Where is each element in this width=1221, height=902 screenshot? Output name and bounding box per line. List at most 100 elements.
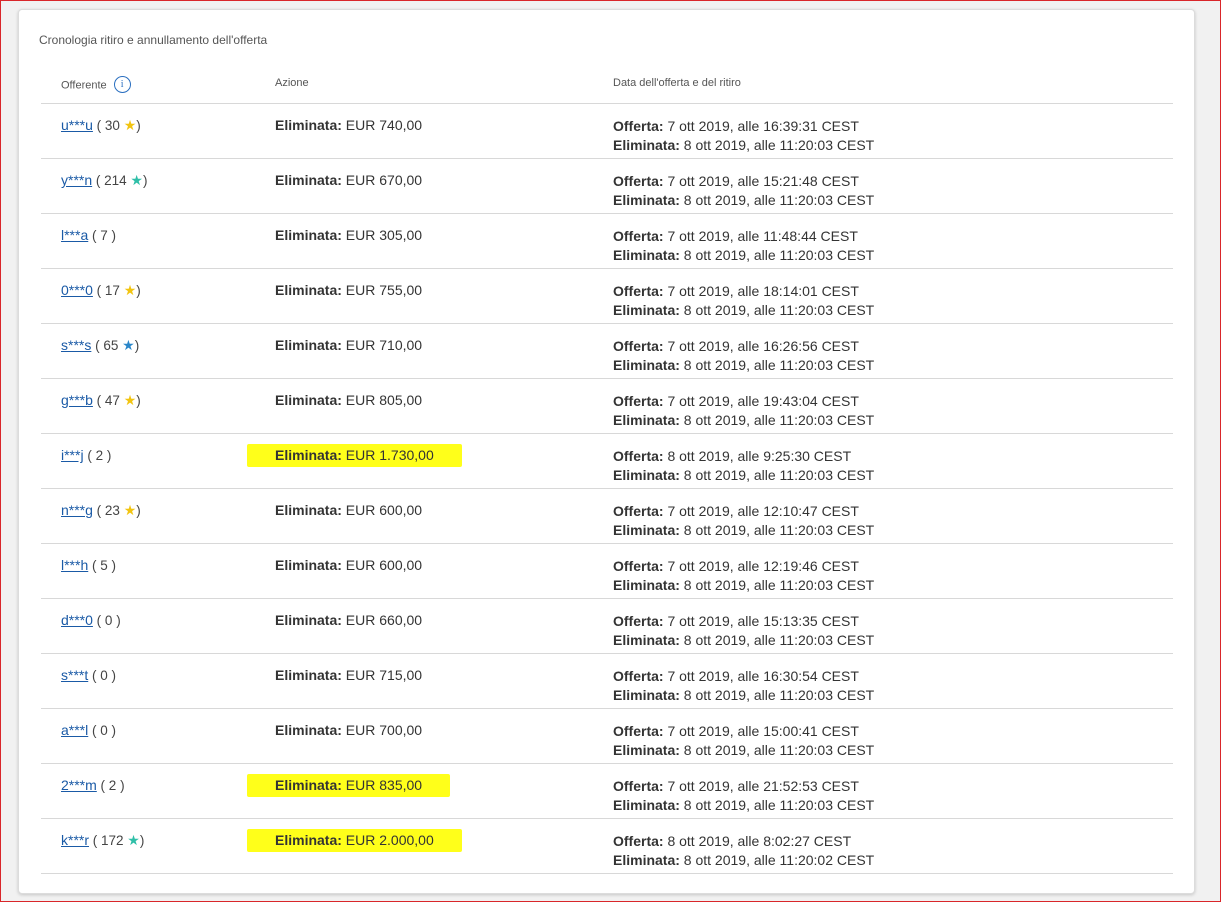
deleted-date-value: 8 ott 2019, alle 11:20:03 CEST: [679, 522, 875, 538]
action-cell: Eliminata: EUR 805,00: [275, 392, 422, 408]
bidder-link[interactable]: l***a: [61, 227, 88, 243]
feedback-close: ): [134, 338, 140, 353]
deleted-date: Eliminata: 8 ott 2019, alle 11:20:03 CES…: [613, 411, 874, 430]
deleted-date-value: 8 ott 2019, alle 11:20:03 CEST: [679, 137, 875, 153]
offer-date: Offerta: 7 ott 2019, alle 18:14:01 CEST: [613, 282, 874, 301]
dates-cell: Offerta: 8 ott 2019, alle 8:02:27 CEST El…: [613, 832, 874, 870]
info-icon[interactable]: i: [113, 76, 131, 93]
bidder-link[interactable]: a***l: [61, 722, 88, 738]
bidder-link[interactable]: y***n: [61, 172, 92, 188]
feedback-star-icon: ★: [130, 172, 143, 188]
deleted-date-value: 8 ott 2019, alle 11:20:03 CEST: [679, 742, 875, 758]
deleted-date-value: 8 ott 2019, alle 11:20:03 CEST: [679, 247, 875, 263]
header-action: Azione: [275, 77, 309, 89]
deleted-label: Eliminata:: [613, 302, 680, 318]
feedback-close: ): [111, 668, 117, 683]
offer-label: Offerta:: [613, 228, 664, 244]
bidder-cell: u***u ( 30 ★): [61, 117, 141, 134]
feedback-close: ): [139, 833, 145, 848]
deleted-label: Eliminata:: [613, 797, 680, 813]
deleted-label: Eliminata:: [275, 447, 342, 463]
deleted-label: Eliminata:: [275, 282, 342, 298]
deleted-label: Eliminata:: [275, 612, 342, 628]
deleted-label: Eliminata:: [613, 687, 680, 703]
deleted-label: Eliminata:: [613, 467, 680, 483]
offer-date-value: 8 ott 2019, alle 8:02:27 CEST: [663, 833, 852, 849]
deleted-label: Eliminata:: [613, 192, 680, 208]
offer-label: Offerta:: [613, 173, 664, 189]
table-row: l***a ( 7 ) Eliminata: EUR 305,00 Offerta:…: [41, 214, 1173, 269]
deleted-date: Eliminata: 8 ott 2019, alle 11:20:03 CES…: [613, 356, 874, 375]
offer-date: Offerta: 7 ott 2019, alle 19:43:04 CEST: [613, 392, 874, 411]
deleted-date: Eliminata: 8 ott 2019, alle 11:20:03 CES…: [613, 796, 874, 815]
feedback-score: ( 30: [92, 118, 124, 133]
feedback-close: ): [136, 283, 141, 298]
dates-cell: Offerta: 7 ott 2019, alle 21:52:53 CEST E…: [613, 777, 874, 815]
offer-label: Offerta:: [613, 668, 664, 684]
deleted-label: Eliminata:: [275, 172, 342, 188]
highlighted-action: Eliminata: EUR 2.000,00: [247, 829, 462, 852]
action-cell: Eliminata: EUR 740,00: [275, 117, 422, 133]
bidder-link[interactable]: l***h: [61, 557, 88, 573]
table-row: a***l ( 0 ) Eliminata: EUR 700,00 Offerta:…: [41, 709, 1173, 764]
action-cell: Eliminata: EUR 710,00: [275, 337, 422, 353]
deleted-label: Eliminata:: [275, 392, 342, 408]
offer-label: Offerta:: [613, 393, 664, 409]
dates-cell: Offerta: 7 ott 2019, alle 12:19:46 CEST E…: [613, 557, 874, 595]
deleted-date: Eliminata: 8 ott 2019, alle 11:20:03 CES…: [613, 301, 874, 320]
bidder-link[interactable]: 2***m: [61, 777, 97, 793]
bidder-link[interactable]: 0***0: [61, 282, 93, 298]
deleted-label: Eliminata:: [613, 247, 680, 263]
amount-value: EUR 600,00: [341, 502, 423, 518]
bidder-link[interactable]: k***r: [61, 832, 89, 848]
bidder-cell: s***t ( 0 ): [61, 667, 116, 683]
offer-date: Offerta: 7 ott 2019, alle 11:48:44 CEST: [613, 227, 874, 246]
feedback-close: ): [111, 228, 117, 243]
bid-history-panel: Cronologia ritiro e annullamento dell'of…: [18, 9, 1195, 894]
dates-cell: Offerta: 7 ott 2019, alle 19:43:04 CEST E…: [613, 392, 874, 430]
action-text: Eliminata: EUR 805,00: [275, 392, 422, 408]
bidder-cell: k***r ( 172 ★): [61, 832, 144, 849]
bidder-cell: l***h ( 5 ): [61, 557, 116, 573]
feedback-score: ( 0: [92, 613, 117, 628]
offer-date: Offerta: 8 ott 2019, alle 8:02:27 CEST: [613, 832, 874, 851]
bidder-link[interactable]: u***u: [61, 117, 93, 133]
dates-cell: Offerta: 7 ott 2019, alle 15:00:41 CEST E…: [613, 722, 874, 760]
dates-cell: Offerta: 7 ott 2019, alle 12:10:47 CEST E…: [613, 502, 874, 540]
deleted-date: Eliminata: 8 ott 2019, alle 11:20:03 CES…: [613, 466, 874, 485]
feedback-score: ( 23: [92, 503, 124, 518]
offer-date: Offerta: 7 ott 2019, alle 16:30:54 CEST: [613, 667, 874, 686]
feedback-score: ( 7: [88, 228, 112, 243]
deleted-date-value: 8 ott 2019, alle 11:20:03 CEST: [679, 192, 875, 208]
bidder-link[interactable]: s***s: [61, 337, 91, 353]
bidder-link[interactable]: d***0: [61, 612, 93, 628]
table-row: 0***0 ( 17 ★) Eliminata: EUR 755,00 Offert…: [41, 269, 1173, 324]
table-row: i***j ( 2 ) Eliminata: EUR 1.730,00 Offert…: [41, 434, 1173, 489]
feedback-score: ( 172: [89, 833, 128, 848]
table-row: l***h ( 5 ) Eliminata: EUR 600,00 Offerta:…: [41, 544, 1173, 599]
deleted-date-value: 8 ott 2019, alle 11:20:03 CEST: [679, 357, 875, 373]
action-text: Eliminata: EUR 740,00: [275, 117, 422, 133]
amount-value: EUR 1.730,00: [341, 447, 434, 463]
bidder-link[interactable]: g***b: [61, 392, 93, 408]
action-cell: Eliminata: EUR 600,00: [275, 557, 422, 573]
deleted-date: Eliminata: 8 ott 2019, alle 11:20:03 CES…: [613, 521, 874, 540]
bidder-cell: 0***0 ( 17 ★): [61, 282, 141, 299]
offer-date-value: 7 ott 2019, alle 16:39:31 CEST: [663, 118, 859, 134]
bidder-link[interactable]: n***g: [61, 502, 93, 518]
table-row: 2***m ( 2 ) Eliminata: EUR 835,00 Offerta:…: [41, 764, 1173, 819]
feedback-score: ( 47: [92, 393, 124, 408]
dates-cell: Offerta: 7 ott 2019, alle 11:48:44 CEST E…: [613, 227, 874, 265]
action-cell: Eliminata: EUR 1.730,00: [247, 444, 462, 467]
action-text: Eliminata: EUR 660,00: [275, 612, 422, 628]
bidder-cell: a***l ( 0 ): [61, 722, 116, 738]
feedback-close: ): [106, 448, 112, 463]
offer-label: Offerta:: [613, 558, 664, 574]
dates-cell: Offerta: 7 ott 2019, alle 16:39:31 CEST E…: [613, 117, 874, 155]
deleted-date-value: 8 ott 2019, alle 11:20:03 CEST: [679, 687, 875, 703]
bidder-link[interactable]: i***j: [61, 447, 84, 463]
deleted-label: Eliminata:: [613, 577, 680, 593]
bidder-link[interactable]: s***t: [61, 667, 88, 683]
action-text: Eliminata: EUR 600,00: [275, 502, 422, 518]
deleted-label: Eliminata:: [275, 337, 342, 353]
